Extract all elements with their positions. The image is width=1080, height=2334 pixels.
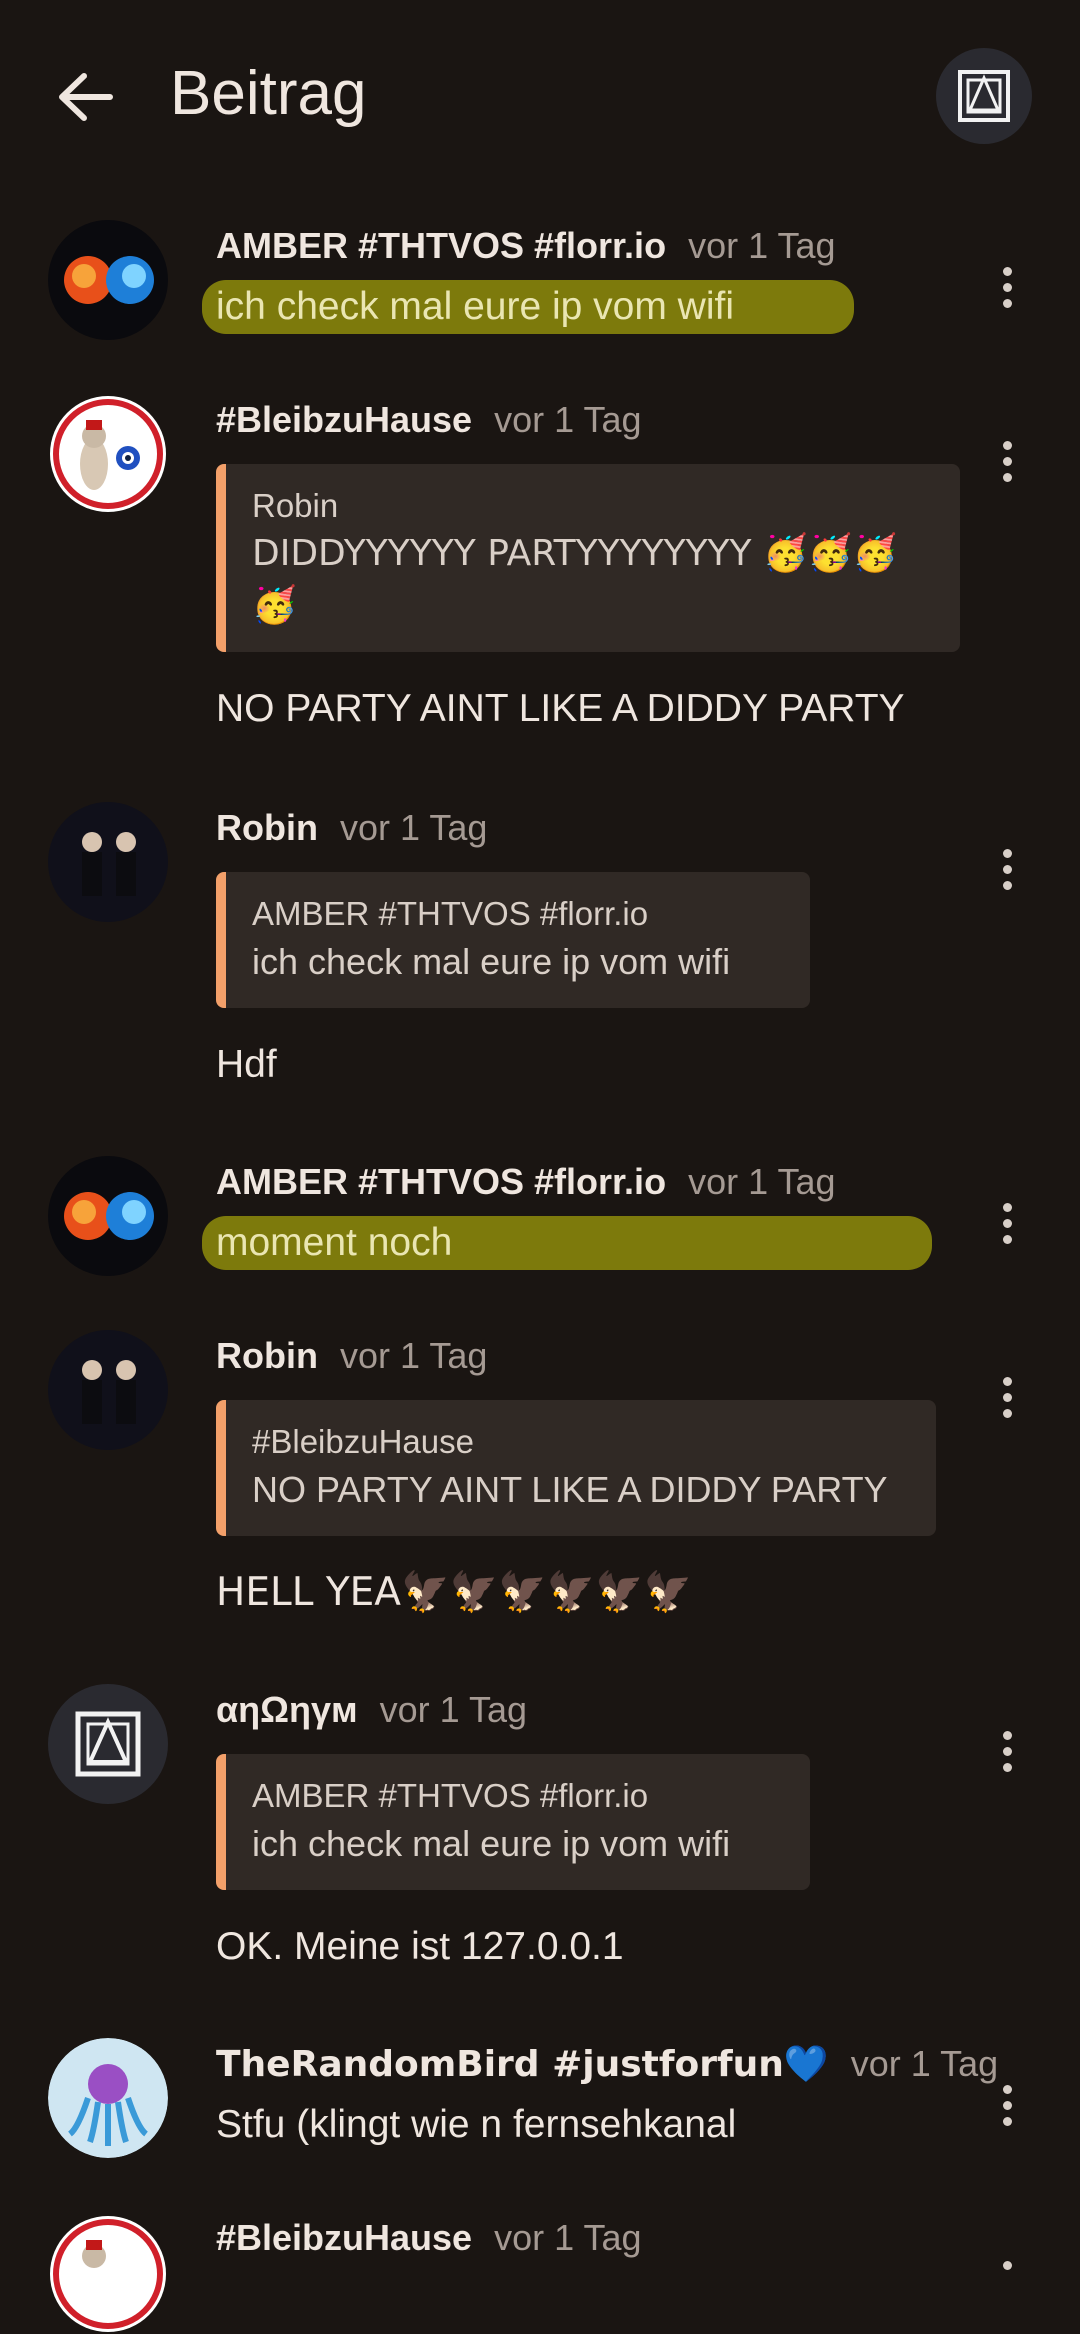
more-vertical-icon bbox=[992, 267, 1022, 308]
two-men-avatar-icon bbox=[48, 802, 168, 922]
more-options-button[interactable] bbox=[992, 2078, 1022, 2148]
arrow-left-icon bbox=[59, 73, 113, 121]
comment-time: vor 1 Tag bbox=[379, 1689, 528, 1730]
top-app-bar: Beitrag bbox=[0, 0, 1080, 190]
comment-time: vor 1 Tag bbox=[494, 399, 642, 440]
comment-time: vor 1 Tag bbox=[339, 1335, 488, 1376]
quoted-author: Robin bbox=[252, 487, 339, 524]
avatar[interactable] bbox=[48, 2214, 168, 2334]
comment-author[interactable]: AMBER #THTVOS #florr.io bbox=[216, 225, 666, 266]
avatar[interactable] bbox=[48, 1330, 168, 1450]
octopus-avatar-icon bbox=[48, 2038, 168, 2158]
more-options-button[interactable] bbox=[992, 2254, 1022, 2324]
quoted-text: NO PARTY AINT LIKE A DIDDY PARTY bbox=[252, 1469, 888, 1510]
comment-text: HELL YEA🦅🦅🦅🦅🦅🦅 bbox=[216, 1570, 693, 1615]
two-men-avatar-icon bbox=[48, 1330, 168, 1450]
more-vertical-icon bbox=[992, 2261, 1022, 2270]
quoted-author: AMBER #THTVOS #florr.io bbox=[252, 1777, 649, 1814]
comment-text: Stfu (klingt wie n fernsehkanal bbox=[216, 2103, 737, 2146]
avatar[interactable] bbox=[48, 394, 168, 514]
quoted-comment[interactable]: Robin DIDDYYYYYY PARTYYYYYYYY 🥳🥳🥳🥳 bbox=[216, 464, 960, 652]
avatar[interactable] bbox=[48, 802, 168, 922]
labyrinth-logo-icon bbox=[958, 70, 1010, 122]
quoted-text: ich check mal eure ip vom wifi bbox=[252, 941, 731, 982]
avatar[interactable] bbox=[48, 1684, 168, 1804]
quoted-author: #BleibzuHause bbox=[252, 1423, 474, 1460]
more-options-button[interactable] bbox=[992, 1724, 1022, 1794]
more-options-button[interactable] bbox=[992, 434, 1022, 504]
comment-author[interactable]: αηΩηγм bbox=[216, 1689, 358, 1730]
more-options-button[interactable] bbox=[992, 260, 1022, 330]
comment-text: OK. Meine ist 127.0.0.1 bbox=[216, 1925, 624, 1968]
quoted-comment[interactable]: AMBER #THTVOS #florr.io ich check mal eu… bbox=[216, 872, 810, 1008]
more-options-button[interactable] bbox=[992, 842, 1022, 912]
comment-time: vor 1 Tag bbox=[339, 807, 488, 848]
comment-text: Hdf bbox=[216, 1043, 277, 1086]
more-vertical-icon bbox=[992, 1377, 1022, 1418]
quoted-text: ich check mal eure ip vom wifi bbox=[252, 1823, 731, 1864]
avatar[interactable] bbox=[48, 220, 168, 340]
quoted-comment[interactable]: #BleibzuHause NO PARTY AINT LIKE A DIDDY… bbox=[216, 1400, 936, 1536]
more-options-button[interactable] bbox=[992, 1370, 1022, 1440]
comment-author[interactable]: #BleibzuHause bbox=[216, 399, 472, 440]
comment-time: vor 1 Tag bbox=[494, 2217, 642, 2258]
fire-ice-avatar-icon bbox=[48, 1156, 168, 1276]
quoted-comment[interactable]: AMBER #THTVOS #florr.io ich check mal eu… bbox=[216, 1754, 810, 1890]
comment-author[interactable]: TheRandomBird #justforfun💙 bbox=[216, 2044, 829, 2085]
quoted-author: AMBER #THTVOS #florr.io bbox=[252, 895, 649, 932]
more-vertical-icon bbox=[992, 849, 1022, 890]
more-vertical-icon bbox=[992, 1203, 1022, 1244]
quoted-text: DIDDYYYYYY PARTYYYYYYYY 🥳🥳🥳🥳 bbox=[252, 533, 898, 626]
comment-author[interactable]: #BleibzuHause bbox=[216, 2217, 472, 2258]
back-button[interactable] bbox=[50, 62, 120, 132]
cat-avatar-icon bbox=[50, 396, 166, 512]
comment-text: ich check mal eure ip vom wifi bbox=[202, 280, 855, 334]
avatar[interactable] bbox=[48, 2038, 168, 2158]
comment-text: NO PARTY AINT LIKE A DIDDY PARTY bbox=[216, 687, 905, 730]
cat-avatar-icon bbox=[50, 2216, 166, 2332]
more-vertical-icon bbox=[992, 1731, 1022, 1772]
fire-ice-avatar-icon bbox=[48, 220, 168, 340]
comment-time: vor 1 Tag bbox=[850, 2043, 999, 2084]
comment-author[interactable]: Robin bbox=[216, 807, 318, 848]
avatar[interactable] bbox=[48, 1156, 168, 1276]
comment-time: vor 1 Tag bbox=[688, 225, 836, 266]
comment-author[interactable]: Robin bbox=[216, 1335, 318, 1376]
more-options-button[interactable] bbox=[992, 1196, 1022, 1266]
labyrinth-logo-icon bbox=[75, 1711, 141, 1777]
comment-time: vor 1 Tag bbox=[688, 1161, 836, 1202]
user-avatar[interactable] bbox=[936, 48, 1032, 144]
more-vertical-icon bbox=[992, 441, 1022, 482]
comment-text: moment noch bbox=[202, 1216, 933, 1270]
comment-author[interactable]: AMBER #THTVOS #florr.io bbox=[216, 1161, 666, 1202]
more-vertical-icon bbox=[992, 2085, 1022, 2126]
page-title: Beitrag bbox=[170, 59, 367, 128]
